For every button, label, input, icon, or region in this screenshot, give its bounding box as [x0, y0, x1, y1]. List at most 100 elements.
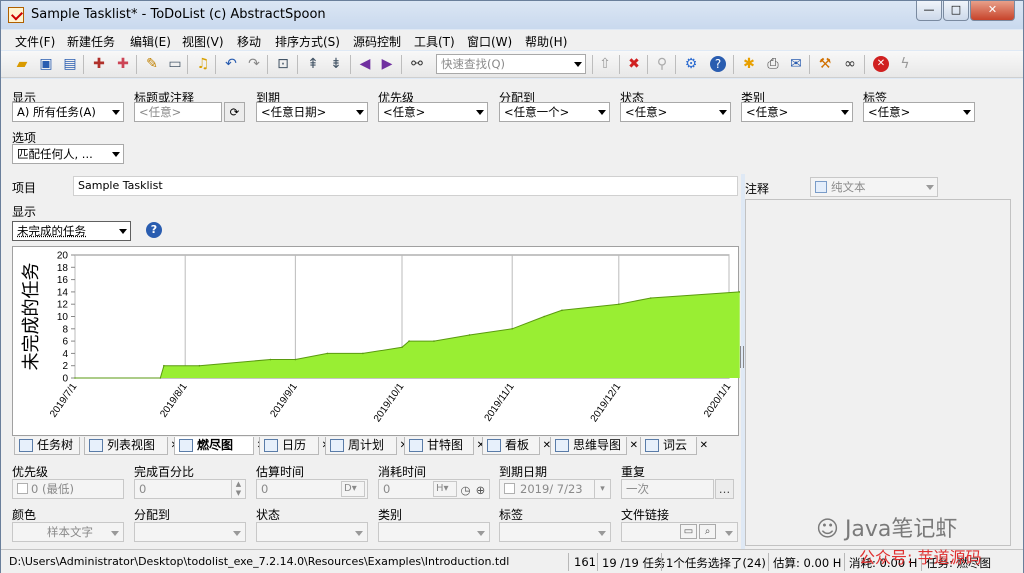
back-arrow-icon[interactable]: ◀	[356, 55, 374, 73]
preferences-gear-icon[interactable]: ⚙	[682, 55, 700, 73]
due-date-checkbox[interactable]	[504, 483, 515, 494]
attr-priority-select[interactable]: 0 (最低)	[12, 479, 124, 499]
estimate-unit-select[interactable]: D▾	[341, 481, 365, 497]
search-icon[interactable]: ⌕	[699, 524, 716, 539]
email-icon[interactable]: ✉	[787, 55, 805, 73]
attr-estimate-input[interactable]: 0 D▾	[256, 479, 368, 499]
minimize-button[interactable]: —	[916, 1, 942, 21]
help-icon[interactable]: ?	[710, 56, 726, 72]
attr-spent-input[interactable]: 0 H▾ ◷ ⊕	[378, 479, 490, 499]
attr-file-link-input[interactable]: ▭ ⌕	[621, 522, 738, 542]
app-window: Sample Tasklist* - ToDoList (c) Abstract…	[0, 0, 1024, 573]
menu-view[interactable]: 视图(V)	[182, 33, 224, 50]
move-task-down-icon[interactable]: ⇟	[327, 55, 345, 73]
attr-due-date-picker[interactable]: 2019/ 7/23 ▾	[499, 479, 611, 499]
attr-category-select[interactable]	[378, 522, 490, 542]
goto-top-icon[interactable]: ⇧	[596, 55, 614, 73]
close-button[interactable]: ✕	[970, 1, 1015, 21]
refresh-filter-button[interactable]: ⟳	[224, 102, 245, 122]
maximize-view-icon[interactable]: ⊡	[274, 55, 292, 73]
filter-status-select[interactable]: <任意>	[620, 102, 731, 122]
menu-source-control[interactable]: 源码控制	[353, 33, 401, 50]
project-name-input[interactable]: Sample Tasklist	[73, 176, 738, 196]
tab-calendar[interactable]: 日历✕	[259, 437, 330, 455]
browse-folder-icon[interactable]: ▭	[680, 524, 697, 539]
attr-tag-select[interactable]	[499, 522, 611, 542]
spent-unit-select[interactable]: H▾	[433, 481, 457, 497]
close-tab-icon[interactable]: ✕	[700, 437, 708, 454]
move-task-up-icon[interactable]: ⇞	[304, 55, 322, 73]
notes-format-select[interactable]: 纯文本	[810, 177, 938, 197]
add-time-icon[interactable]: ⊕	[473, 481, 488, 497]
open-folder-icon[interactable]: ▰	[13, 55, 31, 73]
window-title: Sample Tasklist* - ToDoList (c) Abstract…	[31, 7, 326, 22]
attr-recurrence-field[interactable]: 一次	[621, 479, 714, 499]
reminder-bell-icon[interactable]: ♫	[194, 55, 212, 73]
notes-editor[interactable]	[745, 199, 1011, 546]
attr-color-button[interactable]: 样本文字	[12, 522, 124, 542]
splitter-handle[interactable]	[740, 346, 744, 368]
star-burst-icon[interactable]: ✱	[740, 55, 758, 73]
clock-icon[interactable]: ◷	[458, 481, 473, 497]
edit-pencil-icon[interactable]: ✎	[143, 55, 161, 73]
save-icon[interactable]: ▣	[37, 55, 55, 73]
toolbar: ▰ ▣ ▤ ✚ ✚ ✎ ▭ ♫ ↶ ↷ ⊡ ⇞ ⇟ ◀ ▶ ⚯ 快速查找(Q) …	[1, 51, 1023, 78]
filter-show-select[interactable]: A) 所有任务(A)	[12, 102, 124, 122]
undo-icon[interactable]: ↶	[222, 55, 240, 73]
status-selection: 1个任务选择了(24)	[666, 556, 766, 570]
tab-task-tree[interactable]: 任务树	[14, 437, 80, 455]
calendar-dropdown-icon[interactable]: ▾	[594, 480, 610, 498]
attr-tag-label: 标签	[499, 508, 524, 522]
attr-percent-input[interactable]: 0 ▲ ▼	[134, 479, 246, 499]
menu-edit[interactable]: 编辑(E)	[130, 33, 171, 50]
menu-file[interactable]: 文件(F)	[15, 33, 55, 50]
task-details-icon[interactable]: ▭	[166, 55, 184, 73]
attr-status-select[interactable]	[256, 522, 368, 542]
print-icon[interactable]: ⎙	[764, 55, 782, 73]
filter-title-input[interactable]: <任意>	[134, 102, 222, 122]
add-task-icon[interactable]: ✚	[90, 55, 108, 73]
menu-window[interactable]: 窗口(W)	[467, 33, 512, 50]
quick-find-combo[interactable]: 快速查找(Q)	[436, 54, 586, 74]
display-mode-select[interactable]: 未完成的任务	[12, 221, 131, 241]
spin-arrows-icon[interactable]: ▲ ▼	[231, 480, 245, 498]
menu-new-task[interactable]: 新建任务	[67, 33, 115, 50]
menu-tools[interactable]: 工具(T)	[414, 33, 455, 50]
lock-icon[interactable]: ⚲	[653, 55, 671, 73]
save-all-icon[interactable]: ▤	[61, 55, 79, 73]
tab-burndown[interactable]: 燃尽图✕	[174, 437, 265, 455]
find-binoculars-icon[interactable]: ⚯	[408, 55, 426, 73]
chevron-down-icon[interactable]	[574, 62, 582, 67]
exit-icon[interactable]: ✕	[873, 56, 889, 72]
display-label: 显示	[12, 205, 37, 219]
tab-word-cloud[interactable]: 词云 ✕	[640, 437, 708, 455]
close-tab-icon[interactable]: ✕	[630, 437, 638, 454]
delete-task-icon[interactable]: ✖	[625, 55, 643, 73]
menu-help[interactable]: 帮助(H)	[525, 33, 567, 50]
tab-mind-map[interactable]: 思维导图 ✕	[550, 437, 638, 455]
filter-tag-select[interactable]: <任意>	[863, 102, 975, 122]
tab-kanban[interactable]: 看板 ✕	[482, 437, 551, 455]
filter-assigned-select[interactable]: <任意一个>	[499, 102, 610, 122]
tab-list-view[interactable]: 列表视图✕	[84, 437, 179, 455]
filter-category-select[interactable]: <任意>	[741, 102, 853, 122]
attr-assigned-select[interactable]	[134, 522, 246, 542]
recurrence-options-button[interactable]: …	[715, 479, 734, 499]
menu-move[interactable]: 移动	[237, 33, 261, 50]
add-subtask-icon[interactable]: ✚	[114, 55, 132, 73]
menu-sort[interactable]: 排序方式(S)	[275, 33, 340, 50]
link-icon[interactable]: ∞	[841, 55, 859, 73]
tab-week-planner[interactable]: 周计划✕	[325, 437, 408, 455]
filter-due-select[interactable]: <任意日期>	[256, 102, 368, 122]
forward-arrow-icon[interactable]: ▶	[378, 55, 396, 73]
lightning-icon[interactable]: ϟ	[896, 55, 914, 73]
help-icon[interactable]: ?	[146, 222, 162, 238]
tab-gantt[interactable]: 甘特图 ✕	[404, 437, 485, 455]
maximize-button[interactable]: □	[943, 1, 969, 21]
view-tab-bar: 任务树 列表视图✕ 燃尽图✕ 日历✕ 周计划✕ 甘特图✕ 看板✕ 思维导图✕ 词…	[12, 436, 739, 456]
redo-icon[interactable]: ↷	[245, 55, 263, 73]
filter-options-select[interactable]: 匹配任何人, ...	[12, 144, 124, 164]
chevron-down-icon	[477, 531, 485, 536]
tools-hammer-icon[interactable]: ⚒	[816, 55, 834, 73]
filter-priority-select[interactable]: <任意>	[378, 102, 488, 122]
